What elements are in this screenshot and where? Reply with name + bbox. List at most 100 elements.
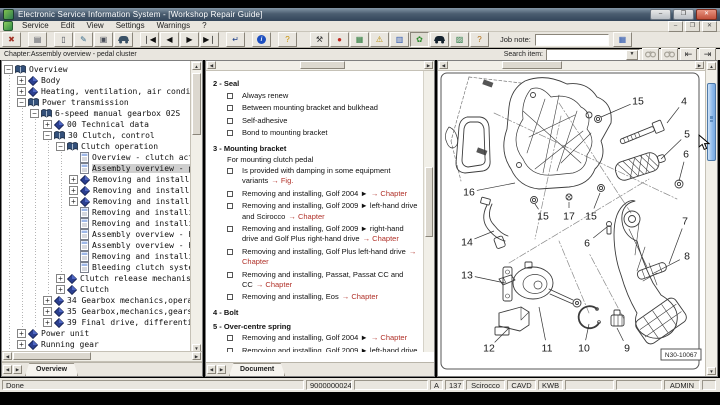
- expand-icon[interactable]: +: [69, 186, 78, 195]
- menu-item-view[interactable]: View: [80, 21, 109, 31]
- archive-button[interactable]: ▥: [390, 32, 409, 47]
- tree-item-17[interactable]: Removing and installing: [3, 251, 190, 262]
- document-scroll-thumb[interactable]: [425, 167, 433, 237]
- tree-item-10[interactable]: +Removing and installing: [3, 174, 190, 185]
- reference-link[interactable]: → Chapter: [371, 333, 407, 342]
- scroll-left-icon[interactable]: ◀: [3, 352, 12, 360]
- collapse-icon[interactable]: −: [43, 131, 52, 140]
- reference-link[interactable]: → Chapter: [342, 292, 378, 301]
- reference-link[interactable]: → Fig.: [271, 176, 293, 185]
- tree-item-13[interactable]: Removing and installing: [3, 207, 190, 218]
- document-hscroll-thumb[interactable]: [300, 61, 345, 69]
- document-check-button[interactable]: ▨: [450, 32, 469, 47]
- scroll-up-icon[interactable]: ▲: [707, 62, 716, 70]
- chevron-down-icon[interactable]: ▼: [626, 50, 638, 60]
- menu-item-?[interactable]: ?: [196, 21, 212, 31]
- expand-icon[interactable]: +: [17, 76, 26, 85]
- expand-icon[interactable]: +: [43, 318, 52, 327]
- help-button[interactable]: ?: [278, 32, 297, 47]
- tab-scroll-right-icon[interactable]: ▶: [217, 365, 226, 374]
- scroll-left-icon[interactable]: ◀: [439, 61, 448, 69]
- reference-link[interactable]: → Chapter: [256, 280, 292, 289]
- scroll-right-icon[interactable]: ▶: [192, 352, 201, 360]
- vehicle-button[interactable]: [114, 32, 133, 47]
- leaf-button[interactable]: ✿: [410, 32, 429, 47]
- tree-item-15[interactable]: Assembly overview - hyd: [3, 229, 190, 240]
- tree-item-5[interactable]: +00 Technical data: [3, 119, 190, 130]
- copy-document-button[interactable]: ▣: [94, 32, 113, 47]
- tree-item-12[interactable]: +Removing and installing: [3, 196, 190, 207]
- collapse-icon[interactable]: −: [30, 109, 39, 118]
- illustration-hscroll-thumb[interactable]: [502, 61, 562, 69]
- vehicle-dark-button[interactable]: [430, 32, 449, 47]
- tree-item-18[interactable]: Bleeding clutch system: [3, 262, 190, 273]
- tree-item-20[interactable]: +Clutch: [3, 284, 190, 295]
- reference-link[interactable]: → Chapter: [371, 189, 407, 198]
- tree-item-25[interactable]: +Running gear: [3, 339, 190, 350]
- search-item-combo[interactable]: ▼: [546, 49, 640, 61]
- tree-horizontal-scrollbar[interactable]: ◀ ▶: [2, 351, 202, 362]
- menu-item-edit[interactable]: Edit: [55, 21, 81, 31]
- edit-document-button[interactable]: ✎: [74, 32, 93, 47]
- tree-item-19[interactable]: +Clutch release mechanism: [3, 273, 190, 284]
- tree-scroll-thumb[interactable]: [192, 73, 201, 135]
- child-system-menu-icon[interactable]: [3, 21, 13, 31]
- expand-icon[interactable]: +: [17, 329, 26, 338]
- previous-page-button[interactable]: ◀: [160, 32, 179, 47]
- menu-item-settings[interactable]: Settings: [110, 21, 151, 31]
- tab-scroll-left-icon[interactable]: ◀: [3, 365, 12, 374]
- info-button[interactable]: i: [252, 32, 271, 47]
- illustration-top-scrollbar[interactable]: ◀ ▶: [438, 61, 705, 71]
- tools-button[interactable]: ⚒: [310, 32, 329, 47]
- expand-icon[interactable]: +: [69, 197, 78, 206]
- expand-icon[interactable]: +: [56, 285, 65, 294]
- expand-icon[interactable]: +: [17, 87, 26, 96]
- first-page-button[interactable]: ❘◀: [140, 32, 159, 47]
- exit-button[interactable]: ✖: [2, 32, 21, 47]
- tree-item-7[interactable]: −Clutch operation: [3, 141, 190, 152]
- scroll-right-icon[interactable]: ▶: [424, 61, 433, 69]
- tree-item-21[interactable]: +34 Gearbox mechanics,operat: [3, 295, 190, 306]
- scroll-left-icon[interactable]: ◀: [207, 61, 216, 69]
- collapse-icon[interactable]: −: [17, 98, 26, 107]
- expand-icon[interactable]: +: [43, 307, 52, 316]
- tab-scroll-left-icon[interactable]: ◀: [207, 365, 216, 374]
- tree-item-11[interactable]: +Removing and installing: [3, 185, 190, 196]
- collapse-icon[interactable]: −: [4, 65, 13, 74]
- maximize-button[interactable]: ❐: [673, 9, 694, 20]
- tree-item-3[interactable]: −Power transmission: [3, 97, 190, 108]
- tree-item-2[interactable]: +Heating, ventilation, air condi: [3, 86, 190, 97]
- document-top-scrollbar[interactable]: ◀ ▶: [206, 61, 434, 71]
- tab-scroll-right-icon[interactable]: ▶: [13, 365, 22, 374]
- tree-item-9[interactable]: Assembly overview - ped: [3, 163, 190, 174]
- expand-icon[interactable]: +: [43, 296, 52, 305]
- tree-item-16[interactable]: Assembly overview - hyd: [3, 240, 190, 251]
- stop-button[interactable]: ●: [330, 32, 349, 47]
- table-button[interactable]: ▦: [350, 32, 369, 47]
- tree-item-23[interactable]: +39 Final drive, differentia: [3, 317, 190, 328]
- new-document-button[interactable]: ▯: [54, 32, 73, 47]
- child-restore-button[interactable]: ❐: [685, 21, 700, 32]
- tree-vertical-scrollbar[interactable]: ▲ ▼: [190, 61, 202, 353]
- menu-item-warnings[interactable]: Warnings: [151, 21, 197, 31]
- child-minimize-button[interactable]: –: [668, 21, 683, 32]
- tree-item-8[interactable]: Overview - clutch actua: [3, 152, 190, 163]
- tab-overview[interactable]: Overview: [25, 363, 78, 376]
- query-button[interactable]: ?: [470, 32, 489, 47]
- tree-item-0[interactable]: −Overview: [3, 64, 190, 75]
- child-close-button[interactable]: ✕: [702, 21, 717, 32]
- tree-item-1[interactable]: +Body: [3, 75, 190, 86]
- return-button[interactable]: ↵: [226, 32, 245, 47]
- expand-icon[interactable]: +: [17, 340, 26, 349]
- tab-document[interactable]: Document: [229, 363, 285, 376]
- job-note-input[interactable]: [535, 34, 609, 46]
- expand-icon[interactable]: +: [56, 274, 65, 283]
- print-button[interactable]: ▤: [28, 32, 47, 47]
- scroll-up-icon[interactable]: ▲: [192, 62, 201, 70]
- tree-item-14[interactable]: Removing and installing: [3, 218, 190, 229]
- illustration-vertical-scrollbar[interactable]: ▲ ▼: [705, 61, 717, 376]
- tree-item-22[interactable]: +35 Gearbox,mechanics,gears,: [3, 306, 190, 317]
- expand-icon[interactable]: +: [43, 120, 52, 129]
- tree-item-24[interactable]: +Power unit: [3, 328, 190, 339]
- collapse-icon[interactable]: −: [56, 142, 65, 151]
